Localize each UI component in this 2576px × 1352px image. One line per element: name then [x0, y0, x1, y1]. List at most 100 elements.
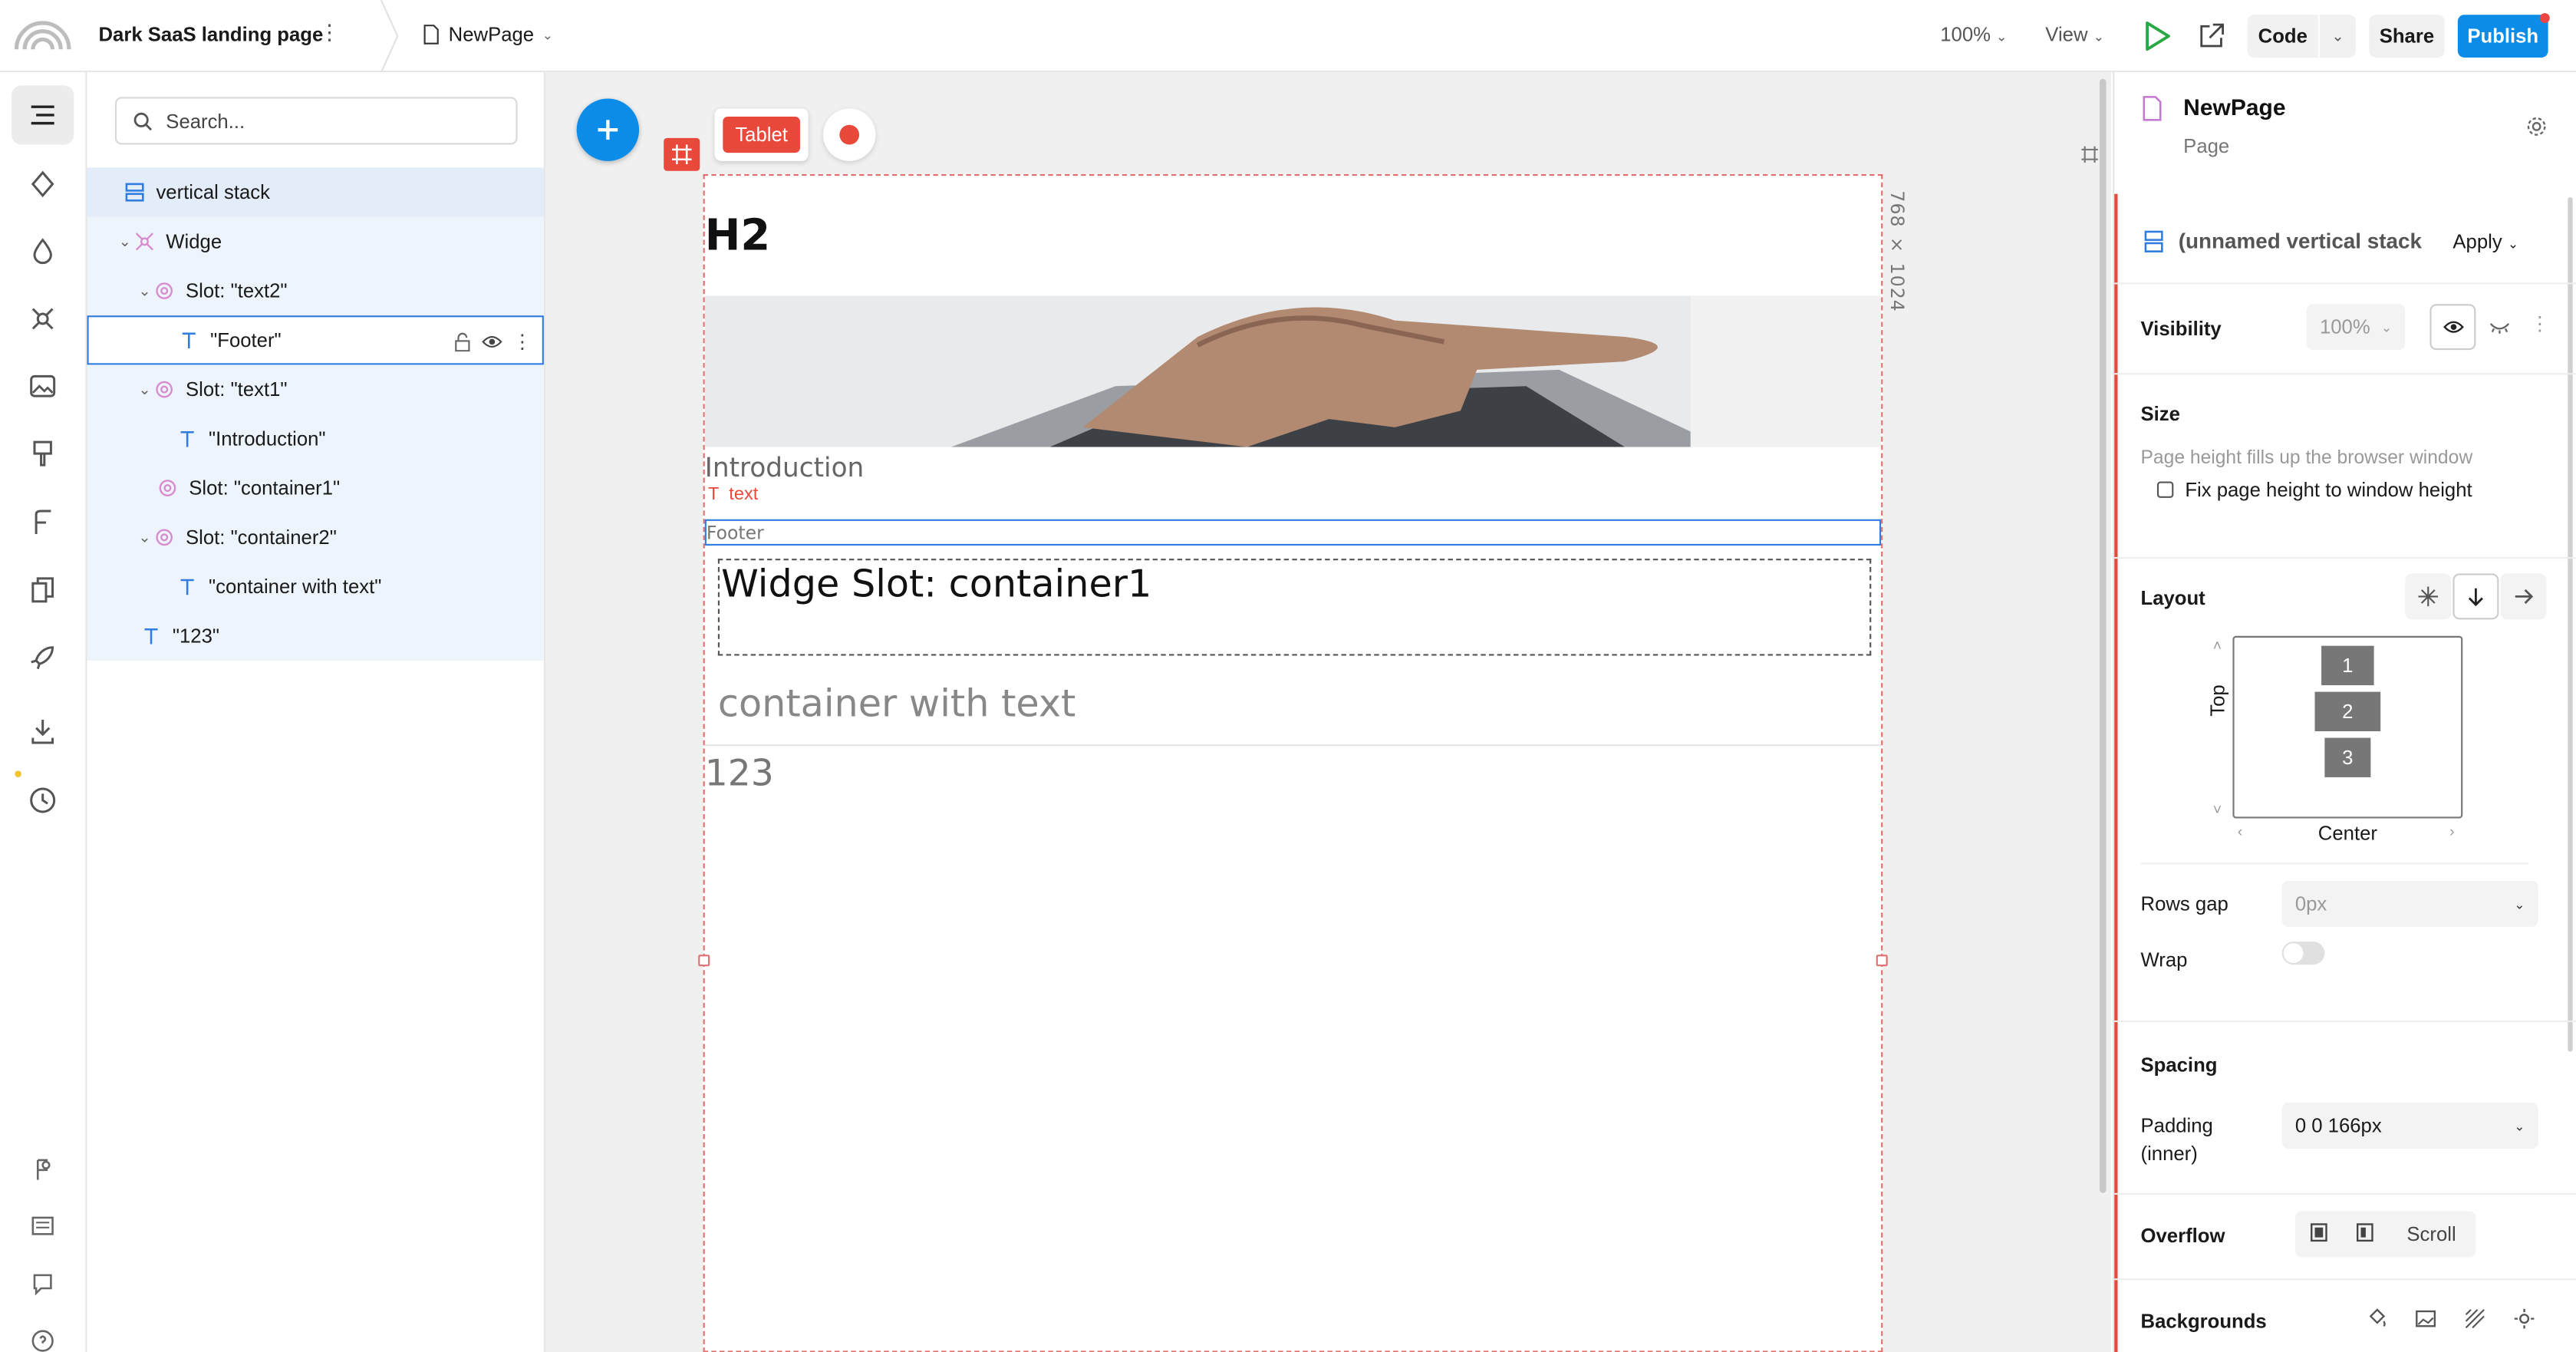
chevron-down-icon[interactable]: ⌄ [137, 529, 153, 547]
overflow-hidden-icon[interactable] [2341, 1222, 2387, 1246]
tree-item-123[interactable]: "123" [87, 611, 544, 661]
chevron-down-icon[interactable]: ⌄ [137, 282, 153, 300]
resize-handle-right[interactable] [1876, 955, 1888, 967]
search-input[interactable] [166, 109, 495, 133]
styles-drop-icon[interactable] [26, 235, 59, 268]
tree-item-widge[interactable]: ⌄ Widge [87, 216, 544, 266]
chevron-down-icon[interactable]: ⌄ [137, 381, 153, 399]
wrap-toggle[interactable] [2281, 941, 2325, 965]
project-menu-icon[interactable]: ⋮ [318, 20, 340, 46]
help-icon[interactable] [26, 1324, 59, 1352]
zoom-selector[interactable]: 100% ⌄ [1940, 23, 2007, 46]
add-element-button[interactable] [576, 98, 640, 161]
chevron-up-icon[interactable]: ˄ [2213, 638, 2222, 654]
resize-handle-left[interactable] [698, 955, 710, 967]
chevron-down-icon[interactable]: ⌄ [2320, 15, 2356, 58]
alignment-preview[interactable]: 1 2 3 [2232, 635, 2463, 819]
chevron-down-icon[interactable]: ⌄ [117, 232, 133, 251]
keyboard-icon[interactable] [26, 1209, 59, 1242]
components-icon[interactable] [26, 167, 59, 200]
tree-item-slot-container1[interactable]: Slot: "container1" [87, 463, 544, 513]
logo-icon[interactable] [13, 16, 72, 52]
footer-text[interactable]: Footer [707, 523, 764, 544]
tree-item-slot-text2[interactable]: ⌄ Slot: "text2" [87, 265, 544, 316]
fix-height-label[interactable]: Fix page height to window height [2185, 478, 2472, 501]
chevron-left-icon[interactable]: ‹ [2238, 823, 2242, 839]
page-selector[interactable]: NewPage ⌄ [422, 23, 553, 46]
panel-scrollbar[interactable] [2568, 196, 2573, 1052]
visible-toggle[interactable] [2429, 304, 2476, 351]
record-button[interactable] [822, 108, 876, 161]
tree-item-slot-container2[interactable]: ⌄ Slot: "container2" [87, 513, 544, 562]
layers-icon[interactable] [26, 98, 59, 131]
tree-item-slot-text1[interactable]: ⌄ Slot: "text1" [87, 364, 544, 414]
rows-gap-select[interactable]: 0px ⌄ [2281, 880, 2538, 927]
fix-height-checkbox[interactable] [2156, 481, 2174, 498]
device-label[interactable]: Tablet [723, 117, 799, 153]
more-options-icon[interactable]: ⋮ [2530, 312, 2550, 335]
introduction-text[interactable]: Introduction [705, 452, 865, 483]
widgets-icon[interactable] [26, 302, 59, 335]
download-icon[interactable] [26, 715, 59, 748]
paint-bucket-icon[interactable] [2366, 1308, 2387, 1330]
tree-item-vertical-stack[interactable]: vertical stack [87, 167, 544, 217]
search-box[interactable] [114, 97, 518, 145]
gradient-icon[interactable] [2464, 1308, 2485, 1330]
element-name[interactable]: (unnamed vertical stack [2179, 229, 2422, 253]
container-with-text[interactable]: container with text [718, 684, 1076, 727]
theme-brush-icon[interactable] [26, 437, 59, 470]
opacity-select[interactable]: 100% ⌄ [2306, 304, 2406, 351]
axis-center-label[interactable]: Center [2318, 822, 2377, 845]
share-button[interactable]: Share [2369, 15, 2445, 58]
code-button[interactable]: Code ⌄ [2247, 15, 2357, 58]
chevron-down-icon: ⌄ [2380, 319, 2393, 335]
canvas[interactable]: Tablet 768 × 1024 H2 Introduction Ttext … [545, 72, 2111, 1352]
chevron-down-icon[interactable]: ˅ [2213, 802, 2222, 818]
layers-panel: vertical stack ⌄ Widge ⌄ Slot: "text2" "… [87, 72, 546, 1352]
gear-icon[interactable] [2525, 115, 2548, 138]
chat-icon[interactable] [26, 1267, 59, 1300]
open-external-icon[interactable] [2196, 21, 2226, 51]
layout-vertical-button[interactable] [2452, 573, 2499, 620]
hero-image[interactable] [704, 295, 1882, 447]
effects-icon[interactable] [2514, 1308, 2535, 1330]
figma-icon[interactable] [26, 1153, 59, 1186]
tree-item-footer[interactable]: "Footer" ⋮ [87, 315, 544, 365]
layout-free-button[interactable] [2405, 573, 2452, 620]
eye-icon[interactable] [481, 334, 502, 350]
layout-horizontal-button[interactable] [2500, 573, 2547, 620]
hidden-toggle[interactable] [2476, 304, 2522, 350]
number-text[interactable]: 123 [705, 754, 774, 796]
project-title[interactable]: Dark SaaS landing page [98, 23, 323, 46]
apply-menu[interactable]: Apply ⌄ [2452, 230, 2518, 253]
code-button-label[interactable]: Code [2248, 15, 2320, 58]
images-icon[interactable] [26, 370, 59, 403]
padding-select[interactable]: 0 0 166px ⌄ [2281, 1103, 2538, 1149]
chevron-right-icon[interactable]: › [2449, 823, 2454, 839]
canvas-scrollbar[interactable] [2099, 78, 2107, 1193]
page-name[interactable]: NewPage [2183, 94, 2285, 120]
overflow-scroll-option[interactable]: Scroll [2387, 1222, 2476, 1245]
slot-container1[interactable]: Widge Slot: container1 [717, 559, 1872, 656]
page-heading[interactable]: H2 [705, 212, 770, 261]
fonts-icon[interactable] [26, 506, 59, 539]
pages-icon[interactable] [26, 573, 59, 606]
play-icon[interactable] [2143, 20, 2172, 53]
history-icon[interactable] [26, 784, 59, 817]
lock-icon[interactable] [453, 332, 472, 352]
axis-top-label[interactable]: Top [2206, 684, 2229, 716]
frame-icon[interactable] [664, 137, 700, 171]
frame-corner-icon[interactable] [2080, 144, 2100, 164]
tree-item-introduction[interactable]: "Introduction" [87, 414, 544, 463]
footer-selection[interactable]: Footer [704, 519, 1882, 546]
image-icon[interactable] [2415, 1308, 2436, 1330]
tablet-frame[interactable]: H2 Introduction Ttext Footer Widge Slot:… [698, 174, 1888, 1352]
view-menu[interactable]: View ⌄ [2045, 23, 2104, 46]
arrow-right-icon [2515, 589, 2534, 604]
device-selector[interactable]: Tablet [714, 108, 809, 161]
publish-button[interactable]: Publish [2457, 15, 2548, 58]
more-options-icon[interactable]: ⋮ [512, 330, 532, 353]
overflow-visible-icon[interactable] [2295, 1222, 2341, 1246]
tree-item-container-with-text[interactable]: "container with text" [87, 562, 544, 612]
publish-rocket-icon[interactable] [26, 641, 59, 674]
